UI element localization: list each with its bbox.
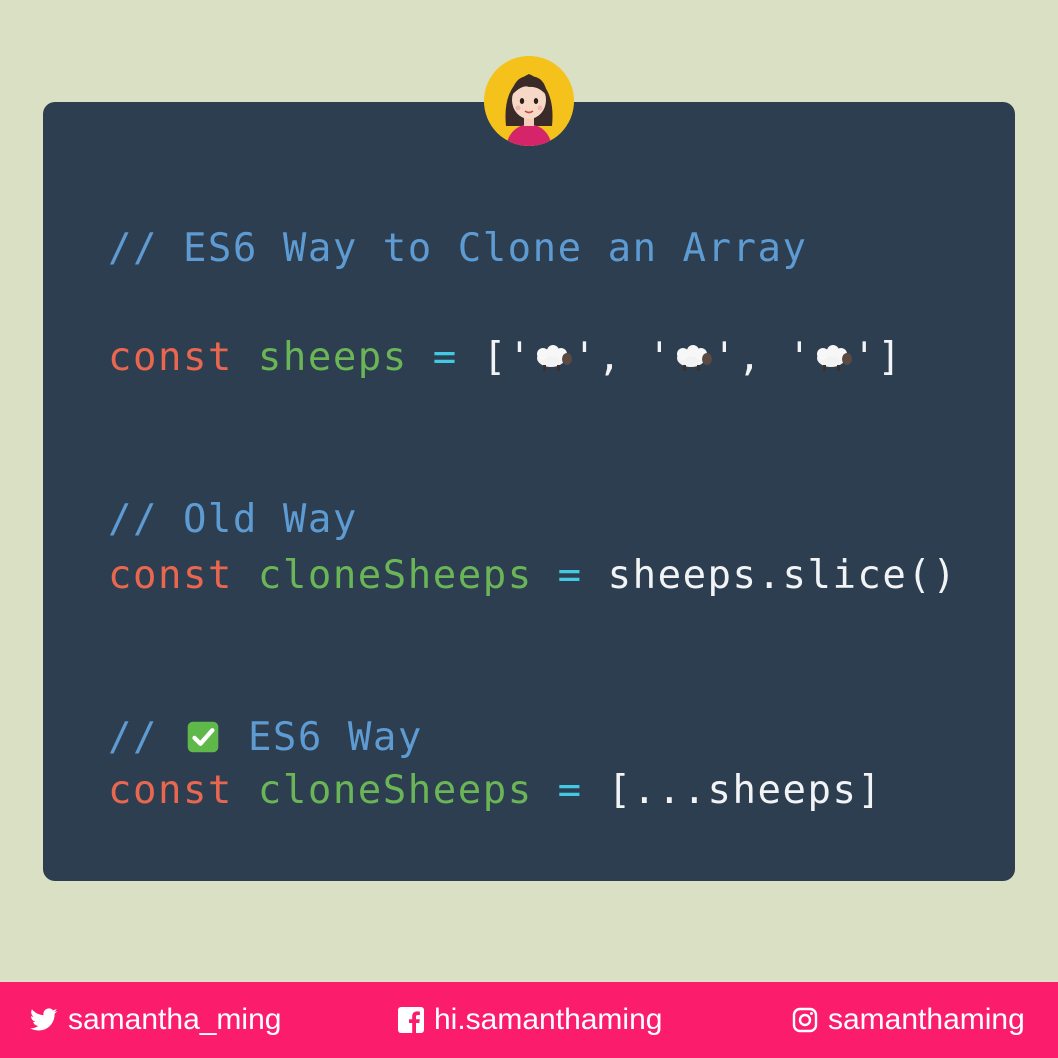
operator-equals: = [557, 768, 583, 813]
variable-clonesheeps: cloneSheeps [257, 768, 533, 813]
check-mark-icon [187, 721, 219, 753]
code-line-old-clone: const cloneSheeps = sheeps.slice() [108, 556, 957, 595]
instagram-handle: samanthaming [828, 1003, 1025, 1036]
expression-slice: sheeps.slice() [607, 553, 958, 598]
twitter-link[interactable]: samantha_ming [30, 982, 281, 1058]
operator-equals: = [557, 553, 583, 598]
avatar [484, 56, 574, 146]
item-separator: ', ' [712, 335, 813, 380]
sheep-icon [676, 345, 712, 371]
comment-text: ES6 Way [247, 715, 423, 760]
facebook-link[interactable]: hi.samanthaming [398, 982, 662, 1058]
code-line-sheeps: const sheeps = [' ', ' ', ' '] [108, 338, 903, 377]
comment-prefix: // [108, 715, 158, 760]
keyword-const: const [108, 553, 233, 598]
twitter-icon [30, 1008, 58, 1031]
instagram-link[interactable]: samanthaming [792, 982, 1025, 1058]
twitter-handle: samantha_ming [68, 1003, 282, 1036]
comment-old-way: // Old Way [108, 497, 358, 542]
variable-clonesheeps: cloneSheeps [257, 553, 533, 598]
comment-es6-way: // ES6 Way [108, 718, 423, 757]
code-card [43, 102, 1015, 881]
instagram-icon [792, 1007, 818, 1033]
sheep-icon [536, 345, 572, 371]
item-separator: ', ' [572, 335, 673, 380]
variable-sheeps: sheeps [257, 335, 408, 380]
operator-equals: = [432, 335, 458, 380]
avatar-icon [484, 56, 574, 146]
bracket-open: [' [482, 335, 533, 380]
sheep-icon [816, 345, 852, 371]
bracket-close: '] [852, 335, 903, 380]
keyword-const: const [108, 768, 233, 813]
keyword-const: const [108, 335, 233, 380]
comment-es6-way-clone-array: // ES6 Way to Clone an Array [108, 226, 808, 271]
facebook-icon [398, 1007, 424, 1033]
facebook-handle: hi.samanthaming [434, 1003, 663, 1036]
social-footer: samantha_ming hi.samanthaming samanthami… [0, 982, 1058, 1058]
code-line-spread-clone: const cloneSheeps = [...sheeps] [108, 771, 882, 810]
expression-spread: [...sheeps] [607, 768, 883, 813]
